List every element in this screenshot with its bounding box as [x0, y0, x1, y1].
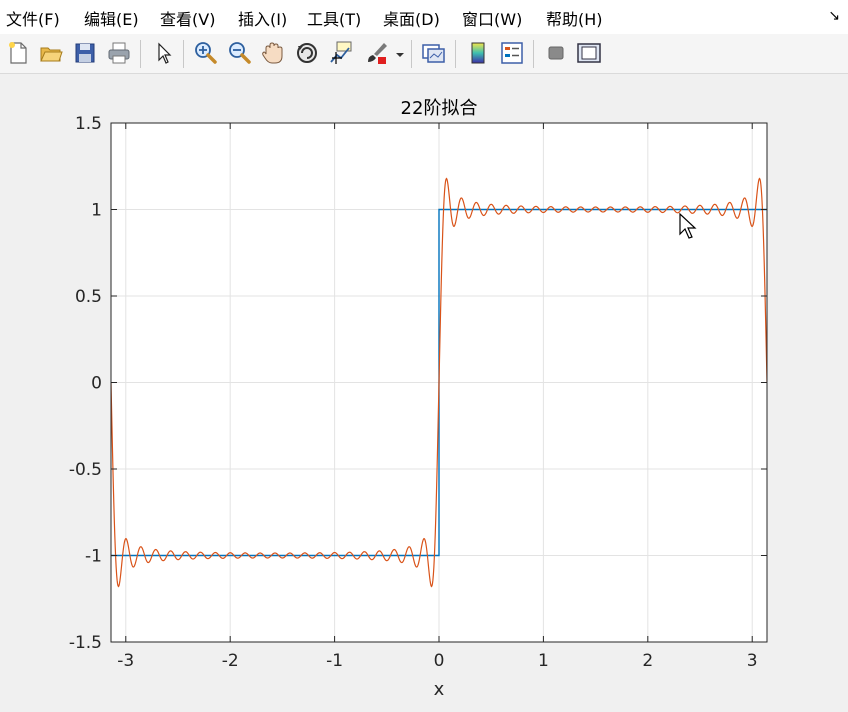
x-tick-label: -2 [222, 651, 239, 671]
x-tick-label: 0 [434, 651, 445, 671]
dock-arrow-icon[interactable]: ↘ [828, 8, 840, 24]
print-icon[interactable] [106, 40, 132, 66]
brush-dropdown-icon[interactable] [393, 40, 407, 66]
open-folder-icon[interactable] [38, 40, 64, 66]
zoom-in-icon[interactable] [192, 40, 218, 66]
pan-hand-icon[interactable] [260, 40, 286, 66]
hide-plot-tools-icon[interactable] [543, 40, 569, 66]
menu-tools[interactable]: 工具(T) [307, 6, 361, 30]
link-plot-icon[interactable] [420, 40, 446, 66]
legend-icon[interactable] [499, 40, 525, 66]
y-tick-label: 0.5 [75, 287, 102, 307]
y-tick-label: 1 [91, 201, 102, 221]
menu-view[interactable]: 查看(V) [160, 6, 215, 30]
x-tick-label: -1 [326, 651, 343, 671]
menu-window[interactable]: 窗口(W) [462, 6, 522, 30]
y-tick-label: 1.5 [75, 114, 102, 134]
x-tick-label: -3 [117, 651, 134, 671]
toolbar-separator [140, 40, 141, 68]
colorbar-icon[interactable] [465, 40, 491, 66]
x-tick-label: 3 [747, 651, 758, 671]
toolbar-separator [533, 40, 534, 68]
menu-bar: 文件(F) 编辑(E) 查看(V) 插入(I) 工具(T) 桌面(D) 窗口(W… [0, 0, 848, 34]
toolbar-separator [411, 40, 412, 68]
data-cursor-icon[interactable] [328, 40, 354, 66]
figure-canvas: -3 -2 -1 0 1 2 3 -1.5 -1 -0.5 0 0.5 1 1.5 22阶拟合 x [0, 74, 848, 712]
x-tick-label: 2 [642, 651, 653, 671]
brush-icon[interactable] [364, 40, 390, 66]
menu-help[interactable]: 帮助(H) [546, 6, 603, 30]
menu-file[interactable]: 文件(F) [6, 6, 60, 30]
chart-title: 22阶拟合 [401, 98, 478, 119]
x-tick-label: 1 [538, 651, 549, 671]
y-tick-label: -1 [85, 547, 102, 567]
x-axis-label: x [434, 679, 445, 700]
toolbar-separator [455, 40, 456, 68]
plot-svg: -3 -2 -1 0 1 2 3 -1.5 -1 -0.5 0 0.5 1 1.5 22阶拟合 x [69, 98, 768, 700]
figure-toolbar [0, 34, 848, 74]
menu-insert[interactable]: 插入(I) [238, 6, 287, 30]
y-tick-label: 0 [91, 374, 102, 394]
toolbar-separator [183, 40, 184, 68]
y-tick-label: -1.5 [69, 633, 102, 653]
y-tick-label: -0.5 [69, 460, 102, 480]
zoom-out-icon[interactable] [226, 40, 252, 66]
show-plot-tools-icon[interactable] [576, 40, 602, 66]
new-file-icon[interactable] [5, 40, 31, 66]
menu-desktop[interactable]: 桌面(D) [383, 6, 440, 30]
menu-edit[interactable]: 编辑(E) [84, 6, 139, 30]
select-arrow-icon[interactable] [150, 40, 176, 66]
save-icon[interactable] [72, 40, 98, 66]
rotate-3d-icon[interactable] [294, 40, 320, 66]
